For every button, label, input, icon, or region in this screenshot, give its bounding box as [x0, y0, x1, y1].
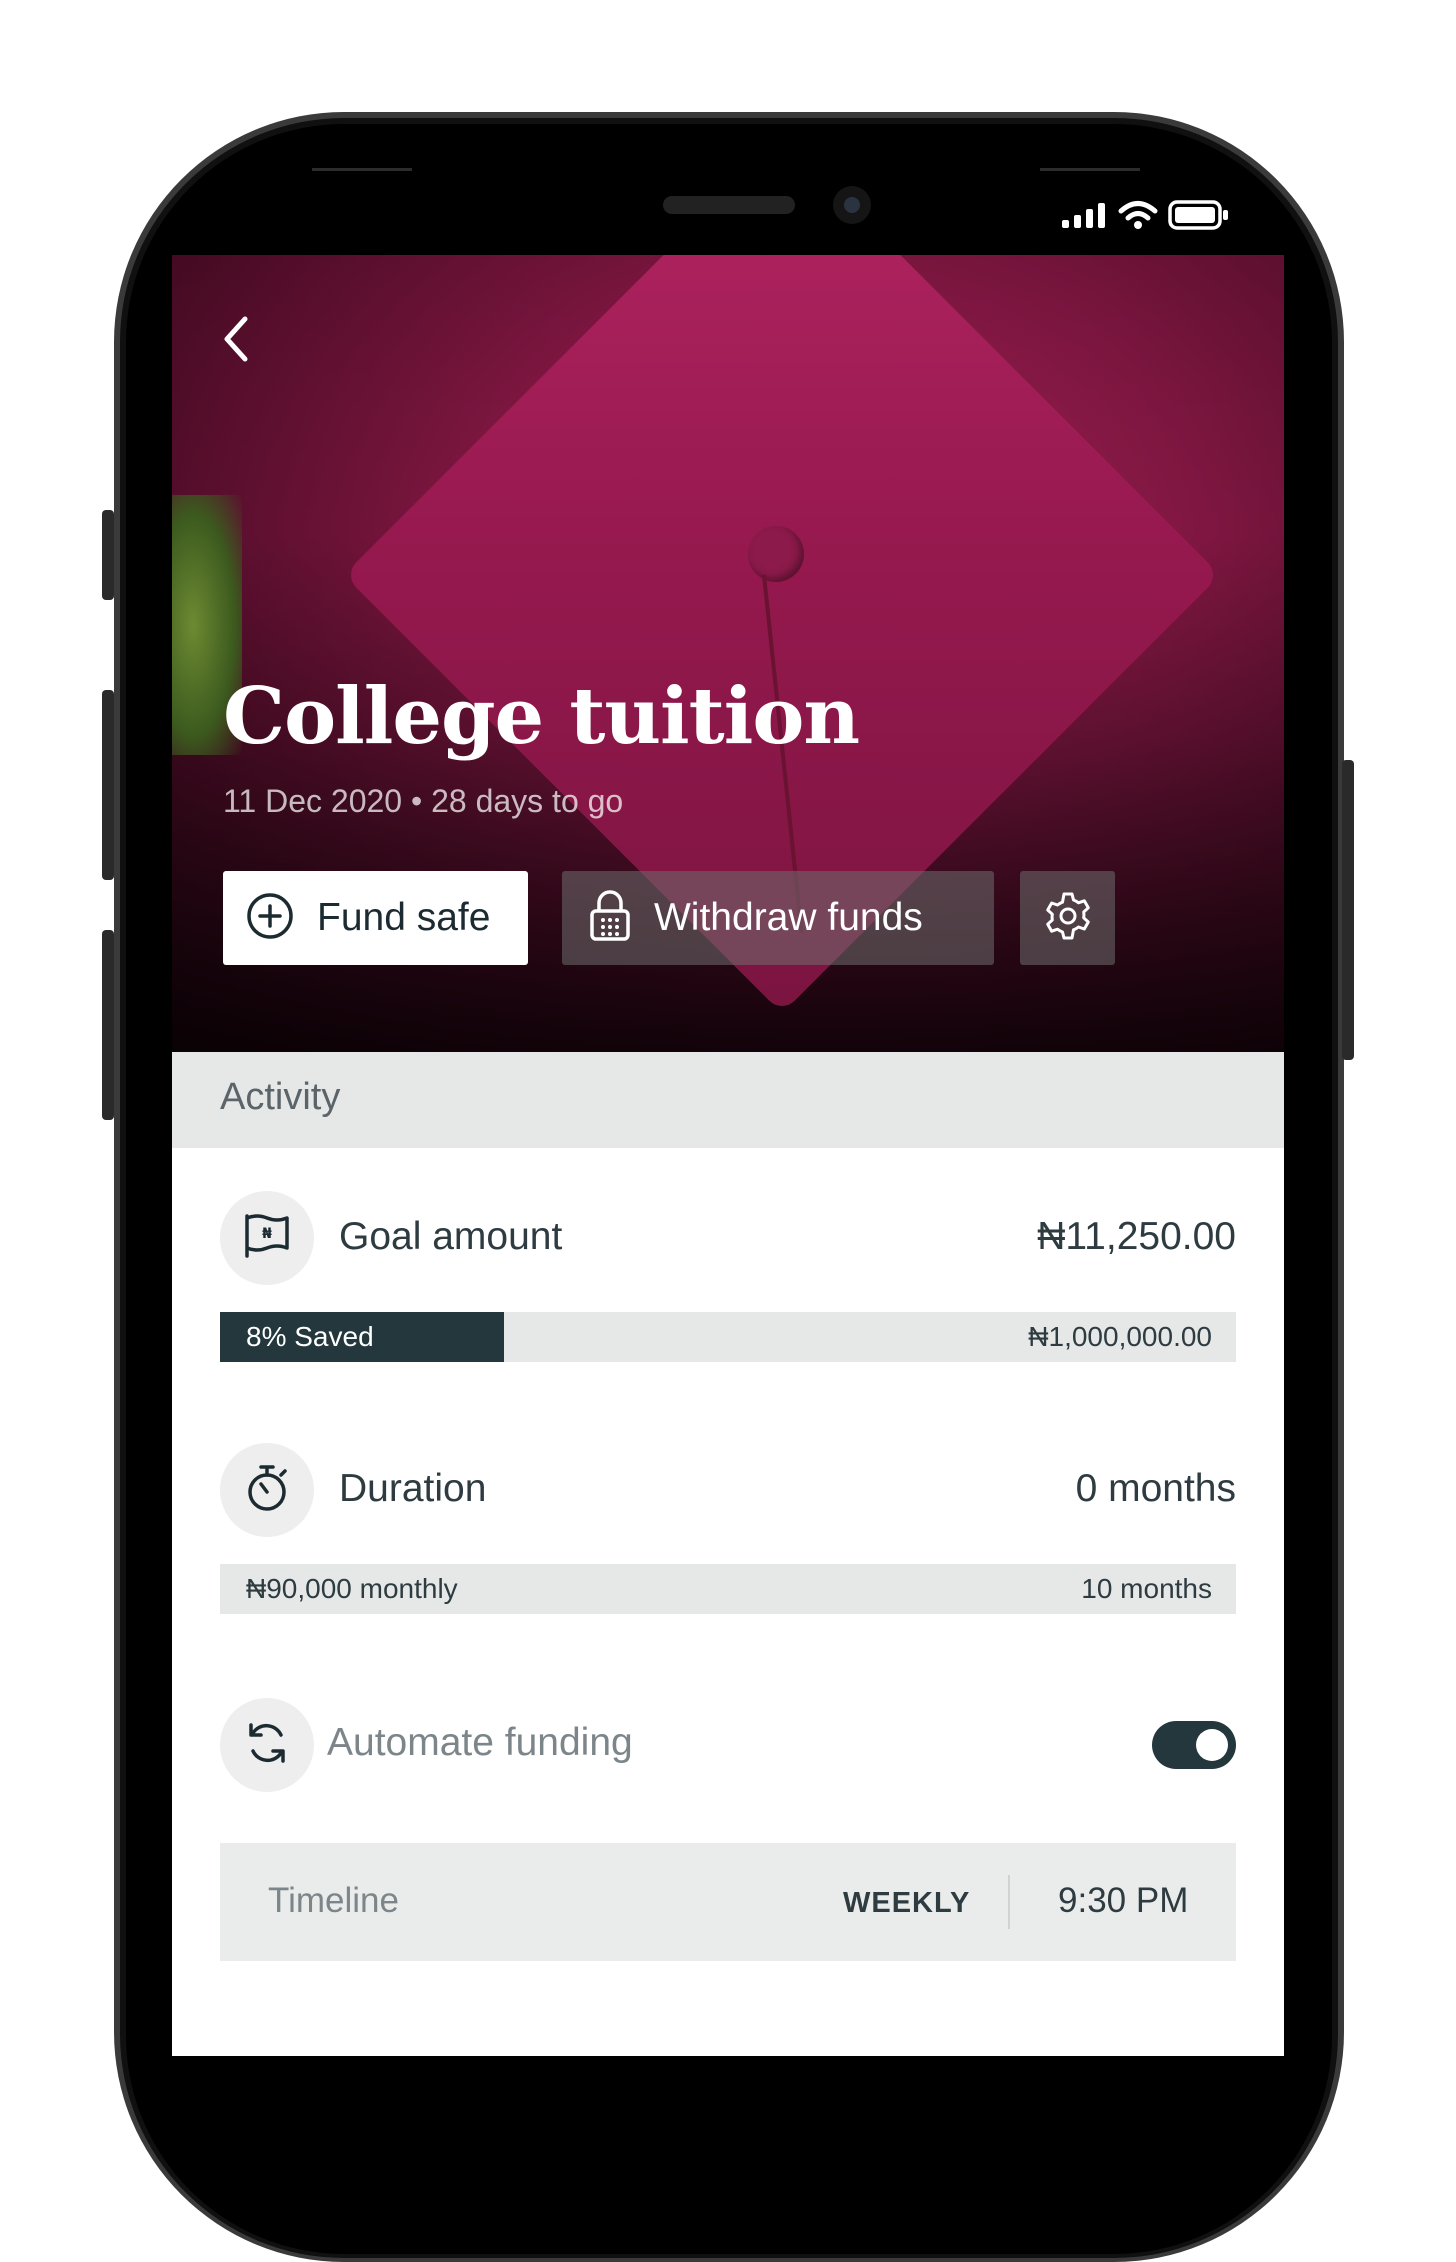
goal-target-amount: ₦1,000,000.00 [1028, 1321, 1212, 1352]
front-camera [833, 186, 871, 224]
antenna-line-left [312, 168, 412, 171]
plus-circle-icon [245, 891, 295, 946]
cap-button [748, 526, 804, 582]
battery-icon [1168, 200, 1230, 230]
gear-icon [1042, 890, 1094, 947]
stopwatch-icon [241, 1462, 293, 1519]
mute-switch [102, 510, 114, 600]
duration-value: 0 months [1075, 1467, 1236, 1510]
timeline-label: Timeline [268, 1881, 399, 1920]
duration-info-bar: ₦90,000 monthly 10 months [220, 1564, 1236, 1614]
timeline-divider [1008, 1875, 1010, 1929]
goal-saved-label: 8% Saved [246, 1321, 374, 1352]
goal-hero-banner: College tuition 11 Dec 2020 • 28 days to… [172, 255, 1284, 1052]
refresh-icon [241, 1717, 293, 1774]
goal-amount-label: Goal amount [339, 1215, 563, 1258]
automate-funding-toggle[interactable] [1152, 1721, 1236, 1769]
goal-date-subtitle: 11 Dec 2020 • 28 days to go [223, 783, 624, 819]
monthly-contribution: ₦90,000 monthly [246, 1573, 458, 1604]
antenna-line-right [1040, 168, 1140, 171]
volume-up-button [102, 690, 114, 880]
page-title: College tuition [223, 671, 860, 762]
withdraw-funds-label: Withdraw funds [654, 896, 923, 939]
app-screen: College tuition 11 Dec 2020 • 28 days to… [172, 255, 1284, 2056]
duration-label: Duration [339, 1467, 487, 1510]
back-button[interactable] [217, 311, 257, 367]
fund-safe-button[interactable]: Fund safe [223, 871, 528, 965]
activity-section-header: Activity [172, 1052, 1284, 1148]
status-bar [1062, 200, 1230, 230]
goal-icon-badge: ₦ [220, 1191, 314, 1285]
power-button [1342, 760, 1354, 1060]
total-duration: 10 months [1081, 1573, 1212, 1604]
goal-progress-bar: 8% Saved ₦1,000,000.00 [220, 1312, 1236, 1362]
timeline-row[interactable]: Timeline WEEKLY 9:30 PM [220, 1843, 1236, 1961]
withdraw-funds-button[interactable]: Withdraw funds [562, 871, 994, 965]
cellular-signal-icon [1062, 202, 1108, 228]
earpiece-speaker [663, 196, 795, 214]
volume-down-button [102, 930, 114, 1120]
lock-icon [588, 889, 632, 948]
svg-text:₦: ₦ [262, 1226, 272, 1242]
activity-title: Activity [220, 1076, 341, 1118]
timeline-time[interactable]: 9:30 PM [1058, 1881, 1188, 1921]
wifi-icon [1118, 200, 1158, 230]
goal-amount-value: ₦11,250.00 [1037, 1215, 1236, 1258]
timeline-frequency[interactable]: WEEKLY [843, 1887, 970, 1920]
automate-icon-badge [220, 1698, 314, 1792]
chevron-left-icon [217, 316, 257, 371]
naira-flag-icon: ₦ [241, 1210, 293, 1267]
fund-safe-label: Fund safe [317, 896, 491, 939]
settings-button[interactable] [1020, 871, 1115, 965]
duration-icon-badge [220, 1443, 314, 1537]
automate-funding-label: Automate funding [327, 1721, 633, 1764]
toggle-knob [1196, 1729, 1228, 1761]
